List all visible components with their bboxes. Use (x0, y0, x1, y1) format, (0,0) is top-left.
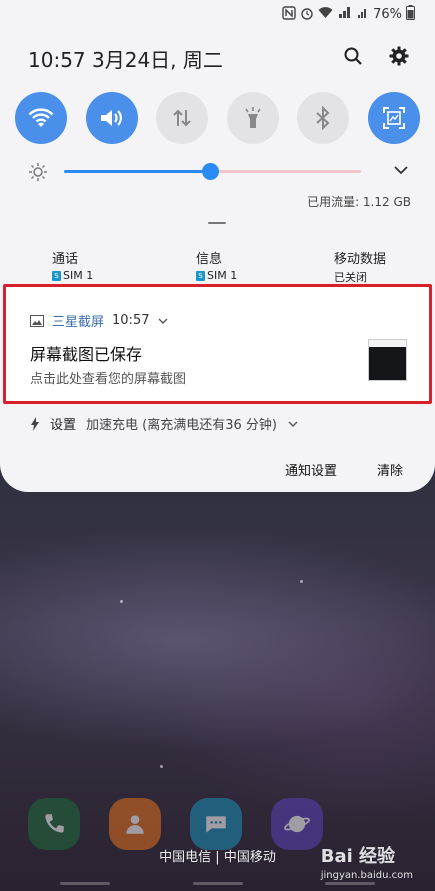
sim-messages[interactable]: 信息 S SIM 1 (196, 248, 237, 282)
phone-app-icon[interactable] (28, 798, 80, 850)
sim-badge-icon: S (52, 270, 61, 281)
sim-badge-icon: S (196, 270, 205, 281)
sim-calls-label: 通话 (52, 252, 79, 267)
internet-app-icon[interactable] (271, 798, 323, 850)
notification-time: 10:57 (112, 313, 150, 328)
thumbnail-header (369, 340, 406, 347)
status-bar: 76% (282, 4, 415, 24)
watermark-brand: Bai 经验 (320, 846, 396, 867)
charging-notification[interactable]: 设置 加速充电 (离充满电还有36 分钟) (30, 414, 299, 433)
chevron-down-icon[interactable] (391, 160, 411, 180)
wifi-icon (318, 6, 333, 22)
screenshot-icon (382, 107, 405, 129)
chevron-down-icon[interactable] (287, 418, 299, 430)
sim-info-row: 通话 S SIM 1 信息 S SIM 1 移动数据 已关闭 (52, 248, 395, 285)
wifi-toggle[interactable] (15, 92, 67, 144)
lightning-icon (31, 416, 39, 431)
notification-panel: 76% 10:57 3月24日, 周二 已用流量: 1.12 GB 通话 S S… (0, 0, 435, 492)
watermark-site: jingyan.baidu.com (320, 870, 413, 881)
wallpaper-star (120, 600, 123, 603)
sound-toggle[interactable] (85, 92, 138, 144)
sim-calls-value: SIM 1 (63, 269, 94, 282)
sim-mobile-data-label: 移动数据 (334, 252, 387, 267)
brightness-track[interactable] (64, 163, 361, 180)
mobile-data-toggle[interactable] (156, 92, 209, 144)
lte-signal-icon (337, 6, 353, 22)
notification-subtitle: 点击此处查看您的屏幕截图 (30, 372, 187, 387)
speaker-icon (100, 110, 122, 126)
chevron-down-icon[interactable] (157, 315, 169, 327)
brightness-slider[interactable] (24, 160, 411, 184)
signal-icon (357, 6, 369, 22)
date-time: 10:57 3月24日, 周二 (28, 48, 223, 72)
wifi-icon (28, 108, 54, 127)
screenshot-notification[interactable]: 三星截屏 10:57 屏幕截图已保存 点击此处查看您的屏幕截图 (3, 284, 432, 404)
data-usage-label: 已用流量: 1.12 GB (307, 195, 411, 209)
sim-messages-value: SIM 1 (207, 269, 238, 282)
quick-settings (15, 92, 420, 144)
nfc-icon (282, 5, 296, 23)
charging-app-name: 设置 (50, 418, 77, 433)
data-arrows-icon (173, 109, 191, 127)
panel-actions: 通知设置 清除 (285, 460, 403, 479)
wallpaper-star (160, 765, 163, 768)
charging-text: 加速充电 (离充满电还有36 分钟) (86, 418, 277, 433)
sim-messages-label: 信息 (196, 252, 223, 267)
brightness-thumb[interactable] (201, 163, 219, 180)
screenshot-thumbnail[interactable] (368, 339, 407, 381)
sim-mobile-data-value: 已关闭 (334, 271, 367, 284)
notification-title: 屏幕截图已保存 (30, 345, 143, 364)
brightness-sun-icon (29, 163, 47, 181)
brightness-fill (64, 170, 210, 173)
panel-drag-handle[interactable] (208, 222, 226, 224)
nav-home[interactable] (192, 882, 243, 885)
bluetooth-toggle[interactable] (297, 92, 350, 144)
contacts-app-icon[interactable] (109, 798, 161, 850)
wallpaper-star (300, 580, 303, 583)
battery-icon (406, 5, 415, 23)
nav-back[interactable] (325, 882, 375, 885)
sim-mobile-data[interactable]: 移动数据 已关闭 (334, 248, 386, 285)
clear-button[interactable]: 清除 (377, 460, 403, 479)
notification-app-name: 三星截屏 (52, 315, 105, 330)
baidu-watermark: Bai 经验 jingyan.baidu.com (321, 842, 413, 881)
sim-calls[interactable]: 通话 S SIM 1 (52, 248, 93, 282)
screenshot-toggle[interactable] (367, 92, 420, 144)
battery-percentage: 76% (373, 6, 402, 22)
flashlight-icon (245, 107, 261, 128)
flashlight-toggle[interactable] (226, 92, 279, 144)
gear-icon[interactable] (387, 44, 411, 68)
navigation-bar (60, 882, 375, 885)
nav-recents[interactable] (60, 882, 110, 885)
search-icon[interactable] (341, 44, 365, 68)
gallery-icon (30, 314, 44, 327)
bluetooth-icon (316, 106, 330, 130)
notification-settings-button[interactable]: 通知设置 (285, 460, 337, 479)
alarm-icon (300, 6, 314, 23)
messages-app-icon[interactable] (190, 798, 242, 850)
